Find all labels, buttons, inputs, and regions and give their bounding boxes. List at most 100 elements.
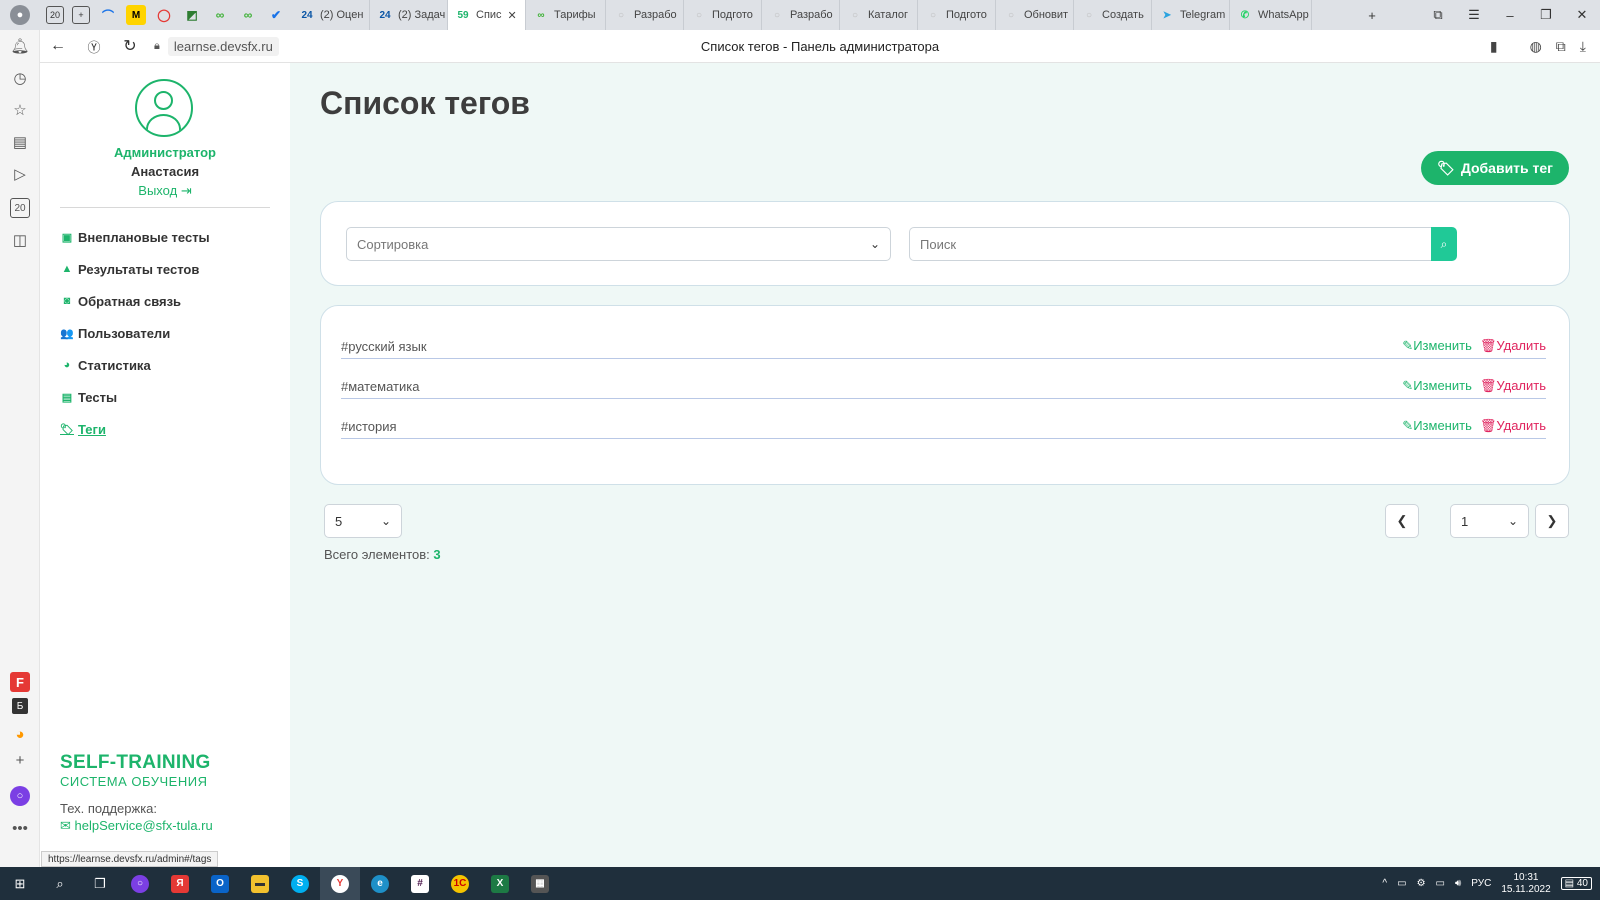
close-window-icon[interactable]: ✕	[1564, 7, 1600, 23]
pinned-tab-opera[interactable]: ◯	[154, 5, 174, 25]
bell-icon[interactable]: 🔔︎	[10, 36, 30, 56]
add-tag-button[interactable]: 🏷︎ Добавить тег	[1421, 151, 1569, 185]
history-icon[interactable]: ◷	[10, 68, 30, 88]
search-button[interactable]: ⌕	[1431, 227, 1457, 261]
browser-tab[interactable]: ○ Каталог	[840, 0, 918, 30]
tray-display-icon[interactable]: ▭	[1436, 878, 1445, 889]
browser-tab[interactable]: ➤ Telegram	[1152, 0, 1230, 30]
pinned-tab-infinity-2[interactable]: ∞	[238, 5, 258, 25]
orange-app-icon[interactable]: ◕	[10, 724, 30, 744]
next-page-button[interactable]: ❯	[1535, 504, 1569, 538]
delete-tag-button[interactable]: 🗑︎Удалить	[1480, 378, 1546, 394]
star-icon[interactable]: ☆	[10, 100, 30, 120]
alice-icon[interactable]: ○	[10, 786, 30, 806]
pinned-tab-infinity-1[interactable]: ∞	[210, 5, 230, 25]
pinned-tab-wave[interactable]: ⌒	[98, 5, 118, 25]
explorer-taskbar-icon[interactable]: ▬	[240, 867, 280, 900]
browser-tab[interactable]: 24 (2) Оцен	[292, 0, 370, 30]
bookmark-icon[interactable]: ▮	[1490, 38, 1498, 55]
outlook-taskbar-icon[interactable]: O	[200, 867, 240, 900]
skype-taskbar-icon[interactable]: S	[280, 867, 320, 900]
edit-tag-button[interactable]: ✎Изменить	[1402, 378, 1472, 394]
new-tab-button[interactable]: +	[1354, 8, 1390, 23]
collections-icon[interactable]: ⧉	[1420, 7, 1456, 23]
menu-icon[interactable]: ☰	[1456, 7, 1492, 23]
browser-tab[interactable]: 59 Спис ✕	[448, 0, 526, 30]
camera-icon[interactable]: ◫	[10, 230, 30, 250]
prev-page-button[interactable]: ❮	[1385, 504, 1419, 538]
pinned-tab-m[interactable]: M	[126, 5, 146, 25]
sidebar-item[interactable]: 👥 Пользователи	[60, 317, 210, 349]
b-app-icon[interactable]: Б	[12, 698, 28, 714]
tray-network-icon[interactable]: ⚙	[1417, 878, 1426, 889]
reload-icon[interactable]: ↻	[112, 36, 148, 56]
language-indicator[interactable]: РУС	[1471, 878, 1491, 889]
page-select[interactable]: 1 ⌄	[1450, 504, 1529, 538]
windows-start-icon[interactable]: ⊞	[0, 867, 40, 900]
yandex-taskbar-icon[interactable]: Я	[160, 867, 200, 900]
add-panel-icon[interactable]: +	[10, 750, 30, 770]
globe-icon[interactable]: ◍	[1530, 38, 1542, 55]
1c-taskbar-icon[interactable]: 1C	[440, 867, 480, 900]
pinned-tab-check[interactable]: ✔	[266, 5, 286, 25]
calculator-taskbar-icon[interactable]: ▦	[520, 867, 560, 900]
minimize-icon[interactable]: –	[1492, 8, 1528, 23]
edit-tag-button[interactable]: ✎Изменить	[1402, 338, 1472, 354]
download-icon[interactable]: ⤓	[1580, 38, 1586, 55]
alice-taskbar-icon[interactable]: ○	[120, 867, 160, 900]
yandex-icon[interactable]: Ⓨ	[76, 37, 112, 56]
browser-tab[interactable]: 24 (2) Задач	[370, 0, 448, 30]
play-icon[interactable]: ▷	[10, 164, 30, 184]
browser-tab[interactable]: ○ Создать	[1074, 0, 1152, 30]
volume-icon[interactable]: 🔊︎	[1455, 878, 1461, 889]
browser-tab[interactable]: ○ Подгото	[684, 0, 762, 30]
task-view-icon[interactable]: ❐	[80, 867, 120, 900]
back-icon[interactable]: ←	[40, 37, 76, 55]
edit-tag-button[interactable]: ✎Изменить	[1402, 418, 1472, 434]
browser-tab[interactable]: ○ Разрабо	[762, 0, 840, 30]
extensions-icon[interactable]: ⧉	[1556, 38, 1566, 55]
edit-label: Изменить	[1413, 338, 1472, 353]
delete-tag-button[interactable]: 🗑︎Удалить	[1480, 338, 1546, 354]
browser-tab[interactable]: ○ Обновит	[996, 0, 1074, 30]
browser-tab[interactable]: ✆ WhatsApp	[1230, 0, 1312, 30]
sort-select[interactable]: Сортировка ⌄	[346, 227, 891, 261]
sidebar-item[interactable]: ◕ Статистика	[60, 349, 210, 381]
url-field[interactable]: 🔒︎ learnse.devsfx.ru	[154, 36, 279, 56]
sidebar-item[interactable]: ▲ Результаты тестов	[60, 253, 210, 285]
sidebar-item[interactable]: ◙ Обратная связь	[60, 285, 210, 317]
yandex-browser-taskbar-icon[interactable]: Y	[320, 867, 360, 900]
system-tray: ^ ▭ ⚙ ▭ 🔊︎ РУС 10:31 15.11.2022 ▤ 40	[1382, 872, 1600, 896]
sidebar-item[interactable]: ▤ Тесты	[60, 381, 210, 413]
clock-date: 15.11.2022	[1501, 883, 1551, 895]
notifications-icon[interactable]: ▤ 40	[1560, 877, 1592, 890]
excel-taskbar-icon[interactable]: X	[480, 867, 520, 900]
close-tab-icon[interactable]: ✕	[508, 9, 517, 22]
profile-button[interactable]: ●	[0, 0, 40, 30]
sidebar-item[interactable]: ▣ Внеплановые тесты	[60, 221, 210, 253]
more-icon[interactable]: •••	[10, 818, 30, 838]
support-email-link[interactable]: ✉ helpService@sfx-tula.ru	[60, 818, 213, 834]
tab-favicon-icon: ○	[1007, 9, 1015, 21]
counter-icon[interactable]: 20	[10, 198, 30, 218]
pinned-tab-counter[interactable]: 20	[46, 6, 64, 24]
notes-icon[interactable]: ▤	[10, 132, 30, 152]
sidebar-item[interactable]: 🏷 Теги	[60, 413, 210, 445]
tray-up-icon[interactable]: ^	[1382, 878, 1387, 889]
tray-monitor-icon[interactable]: ▭	[1397, 878, 1406, 889]
clock[interactable]: 10:31 15.11.2022	[1501, 872, 1550, 896]
pinned-tab-green[interactable]: ◩	[182, 5, 202, 25]
page-size-select[interactable]: 5 ⌄	[324, 504, 402, 538]
browser-tab[interactable]: ○ Разрабо	[606, 0, 684, 30]
f-app-icon[interactable]: F	[10, 672, 30, 692]
search-input[interactable]: Поиск	[909, 227, 1431, 261]
browser-tab[interactable]: ○ Подгото	[918, 0, 996, 30]
delete-tag-button[interactable]: 🗑︎Удалить	[1480, 418, 1546, 434]
browser-tab[interactable]: ∞ Тарифы	[526, 0, 606, 30]
restore-icon[interactable]: ❐	[1528, 7, 1564, 23]
search-icon[interactable]: ⌕	[40, 867, 80, 900]
slack-taskbar-icon[interactable]: #	[400, 867, 440, 900]
edge-taskbar-icon[interactable]: e	[360, 867, 400, 900]
logout-link[interactable]: Выход ⇥	[40, 183, 290, 199]
new-folder-icon[interactable]: +	[72, 6, 90, 24]
